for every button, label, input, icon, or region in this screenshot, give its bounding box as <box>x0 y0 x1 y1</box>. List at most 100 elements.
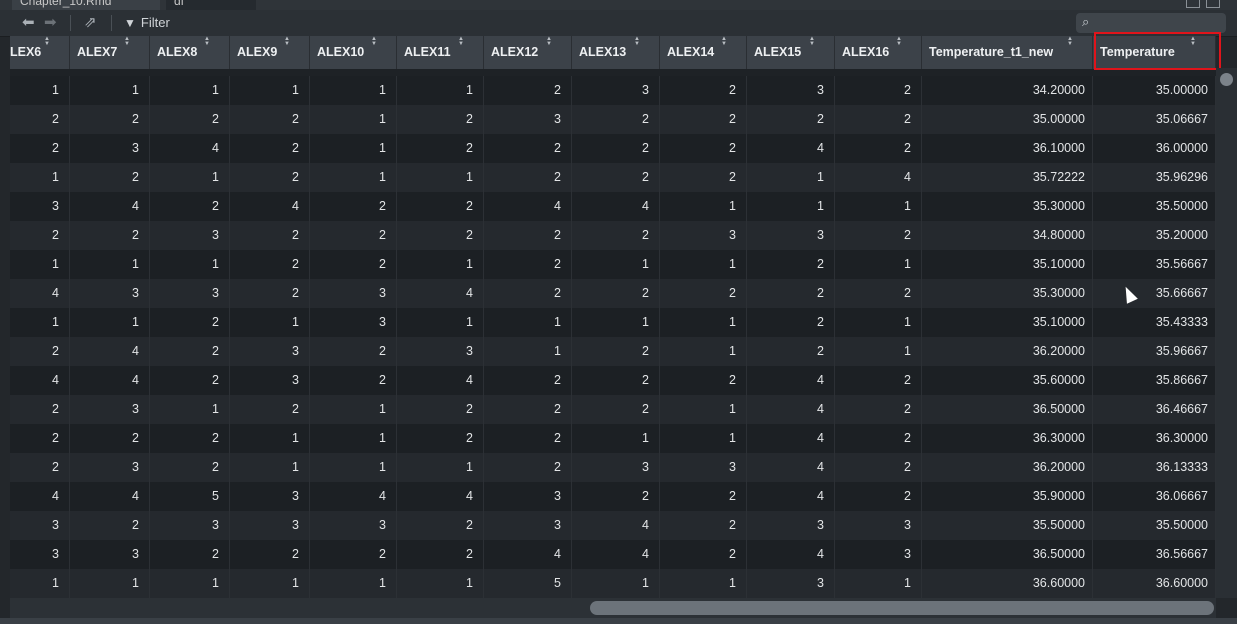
table-cell: 2 <box>150 308 230 337</box>
table-row[interactable]: 2 2 2 2 1 2 3 2 2 2 2 35.00000 35.06667 <box>10 105 1216 134</box>
table-row[interactable]: 3 3 2 2 2 2 4 4 2 4 3 36.50000 36.56667 <box>10 540 1216 569</box>
table-cell: 2 <box>484 134 572 163</box>
table-cell: 2 <box>572 105 660 134</box>
sort-icon[interactable]: ▲▼ <box>190 36 223 46</box>
column-header-alex15[interactable]: ALEX15 ▲▼ <box>747 36 835 69</box>
table-cell: 34.80000 <box>922 221 1093 250</box>
table-cell: 2 <box>572 279 660 308</box>
table-cell: 2 <box>230 279 310 308</box>
minimize-pane-icon[interactable] <box>1186 0 1200 8</box>
table-row[interactable]: 1 2 1 2 1 1 2 2 2 1 4 35.72222 35.96296 <box>10 163 1216 192</box>
table-cell: 2 <box>70 163 150 192</box>
table-cell: 3 <box>70 540 150 569</box>
sort-icon[interactable]: ▲▼ <box>532 36 565 46</box>
sort-icon[interactable]: ▲▼ <box>882 36 915 46</box>
table-cell: 3 <box>70 453 150 482</box>
sort-icon[interactable]: ▲▼ <box>1053 36 1086 46</box>
table-cell: 35.20000 <box>1093 221 1216 250</box>
table-cell: 2 <box>572 134 660 163</box>
table-cell: 3 <box>150 511 230 540</box>
table-cell: 1 <box>397 569 484 598</box>
sort-icon[interactable]: ▲▼ <box>795 36 828 46</box>
column-header-alex12[interactable]: ALEX12 ▲▼ <box>484 36 572 69</box>
column-header-alex8[interactable]: ALEX8 ▲▼ <box>150 36 230 69</box>
table-row[interactable]: 4 4 2 3 2 4 2 2 2 4 2 35.60000 35.86667 <box>10 366 1216 395</box>
vertical-scrollbar[interactable] <box>1216 68 1237 598</box>
vertical-scroll-thumb[interactable] <box>1220 73 1233 86</box>
table-cell: 2 <box>660 134 747 163</box>
table-row[interactable]: 1 1 1 2 2 1 2 1 1 2 1 35.10000 35.56667 <box>10 250 1216 279</box>
table-cell: 2 <box>397 395 484 424</box>
table-row[interactable]: 1 1 1 1 1 1 5 1 1 3 1 36.60000 36.60000 <box>10 569 1216 598</box>
table-cell: 2 <box>310 192 397 221</box>
table-row[interactable]: 3 2 3 3 3 2 3 4 2 3 3 35.50000 35.50000 <box>10 511 1216 540</box>
column-header-lex6[interactable]: LEX6 ▲▼ <box>10 36 70 69</box>
table-cell: 3 <box>835 511 922 540</box>
back-arrow-icon[interactable]: ⬅ <box>22 14 35 32</box>
table-cell: 1 <box>660 424 747 453</box>
tab-df[interactable]: df <box>166 0 256 10</box>
table-cell: 2 <box>230 540 310 569</box>
table-row[interactable]: 2 2 3 2 2 2 2 2 3 3 2 34.80000 35.20000 <box>10 221 1216 250</box>
table-row[interactable]: 1 1 2 1 3 1 1 1 1 2 1 35.10000 35.43333 <box>10 308 1216 337</box>
table-cell: 2 <box>484 366 572 395</box>
table-cell: 3 <box>484 511 572 540</box>
table-cell: 3 <box>150 221 230 250</box>
sort-icon[interactable]: ▲▼ <box>110 36 143 46</box>
table-cell: 1 <box>310 453 397 482</box>
column-header-label: ALEX7 <box>77 45 118 59</box>
table-cell: 1 <box>660 395 747 424</box>
column-header-alex14[interactable]: ALEX14 ▲▼ <box>660 36 747 69</box>
sort-icon[interactable]: ▲▼ <box>270 36 303 46</box>
table-cell: 35.30000 <box>922 279 1093 308</box>
column-header-alex10[interactable]: ALEX10 ▲▼ <box>310 36 397 69</box>
data-grid: LEX6 ▲▼ ALEX7 ▲▼ ALEX8 ▲▼ ALEX9 ▲▼ ALEX10 ▲▼ ALEX1… <box>10 36 1216 598</box>
table-row[interactable]: 2 3 1 2 1 2 2 2 1 4 2 36.50000 36.46667 <box>10 395 1216 424</box>
column-header-alex7[interactable]: ALEX7 ▲▼ <box>70 36 150 69</box>
column-header-alex11[interactable]: ALEX11 ▲▼ <box>397 36 484 69</box>
table-cell: 4 <box>747 482 835 511</box>
table-cell: 3 <box>10 511 70 540</box>
table-cell: 2 <box>70 221 150 250</box>
horizontal-scroll-thumb[interactable] <box>590 601 1214 615</box>
column-header-temperature[interactable]: Temperature ▲▼ <box>1093 36 1216 69</box>
table-cell: 36.56667 <box>1093 540 1216 569</box>
table-row[interactable]: 4 3 3 2 3 4 2 2 2 2 2 35.30000 35.66667 <box>10 279 1216 308</box>
table-row[interactable]: 4 4 5 3 4 4 3 2 2 4 2 35.90000 36.06667 <box>10 482 1216 511</box>
table-cell: 2 <box>572 163 660 192</box>
sort-icon[interactable]: ▲▼ <box>30 36 63 46</box>
table-cell: 2 <box>484 221 572 250</box>
table-row[interactable]: 2 2 2 1 1 2 2 1 1 4 2 36.30000 36.30000 <box>10 424 1216 453</box>
table-cell: 2 <box>230 105 310 134</box>
table-cell: 2 <box>70 105 150 134</box>
tab-chapter-10[interactable]: Chapter_10.Rmd <box>12 0 160 10</box>
sort-icon[interactable]: ▲▼ <box>1176 36 1209 46</box>
maximize-pane-icon[interactable] <box>1206 0 1220 8</box>
column-header-alex16[interactable]: ALEX16 ▲▼ <box>835 36 922 69</box>
table-cell: 1 <box>150 163 230 192</box>
forward-arrow-icon[interactable]: ➡ <box>44 14 57 32</box>
table-cell: 2 <box>660 105 747 134</box>
column-header-alex13[interactable]: ALEX13 ▲▼ <box>572 36 660 69</box>
sort-icon[interactable]: ▲▼ <box>707 36 740 46</box>
table-row[interactable]: 1 1 1 1 1 1 2 3 2 3 2 34.20000 35.00000 <box>10 76 1216 105</box>
table-cell: 36.13333 <box>1093 453 1216 482</box>
sort-icon[interactable]: ▲▼ <box>357 36 390 46</box>
table-cell: 4 <box>747 424 835 453</box>
table-cell: 2 <box>10 221 70 250</box>
search-input[interactable]: ⌕ <box>1076 13 1226 33</box>
column-header-temperature-t1-new[interactable]: Temperature_t1_new ▲▼ <box>922 36 1093 69</box>
export-icon[interactable]: ⇗ <box>84 14 97 32</box>
table-row[interactable]: 2 4 2 3 2 3 1 2 1 2 1 36.20000 35.96667 <box>10 337 1216 366</box>
column-header-alex9[interactable]: ALEX9 ▲▼ <box>230 36 310 69</box>
table-cell: 1 <box>10 308 70 337</box>
sort-icon[interactable]: ▲▼ <box>620 36 653 46</box>
filter-button[interactable]: ▼ Filter <box>124 14 170 32</box>
table-cell: 36.00000 <box>1093 134 1216 163</box>
table-cell: 1 <box>572 250 660 279</box>
table-row[interactable]: 2 3 2 1 1 1 2 3 3 4 2 36.20000 36.13333 <box>10 453 1216 482</box>
sort-icon[interactable]: ▲▼ <box>444 36 477 46</box>
table-row[interactable]: 2 3 4 2 1 2 2 2 2 4 2 36.10000 36.00000 <box>10 134 1216 163</box>
table-cell: 35.66667 <box>1093 279 1216 308</box>
table-row[interactable]: 3 4 2 4 2 2 4 4 1 1 1 35.30000 35.50000 <box>10 192 1216 221</box>
